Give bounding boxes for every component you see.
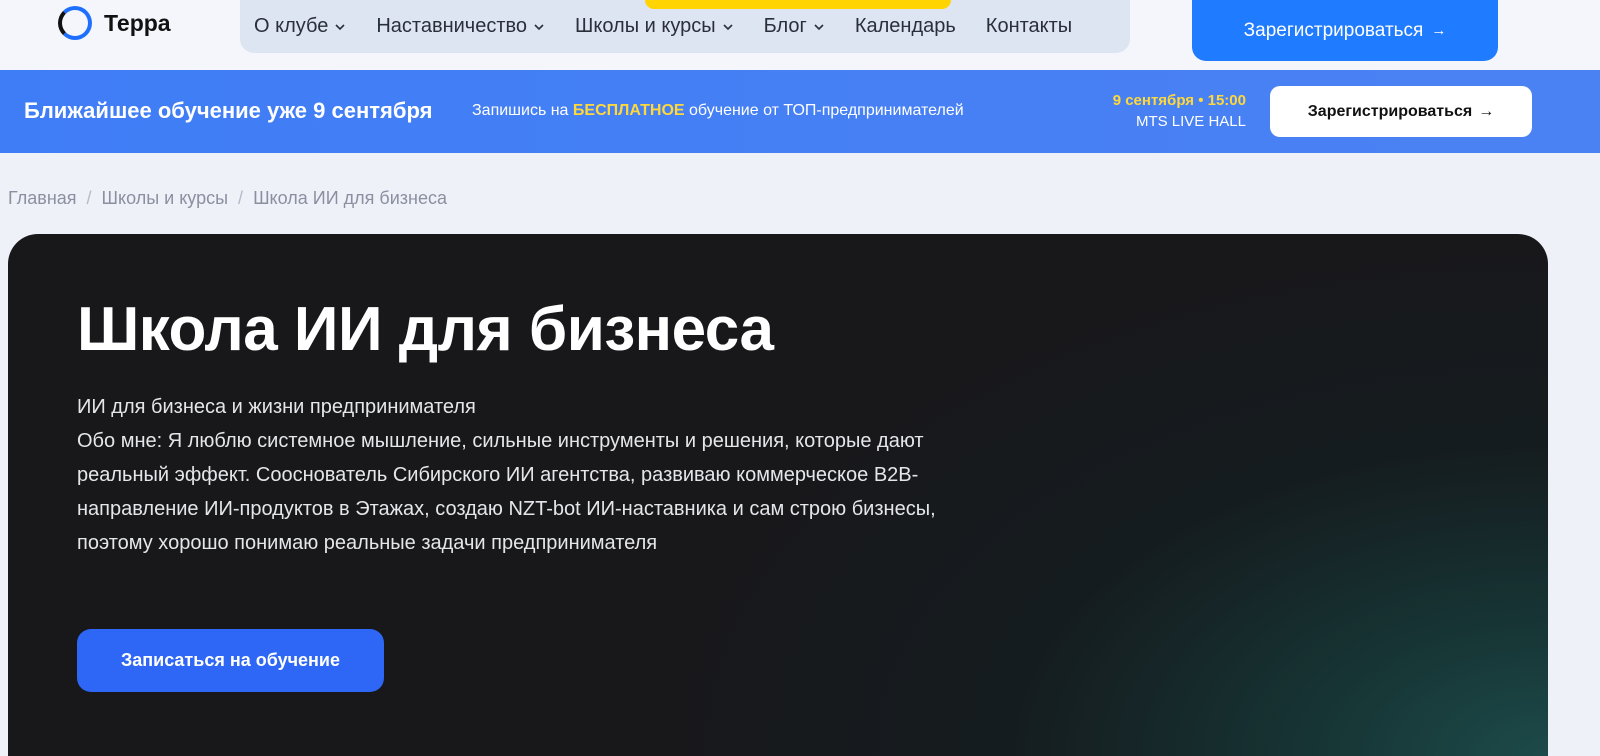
nav-item-blog[interactable]: Блог bbox=[749, 15, 840, 38]
breadcrumb-current: Школа ИИ для бизнеса bbox=[253, 188, 447, 208]
arrow-right-icon: → bbox=[1431, 22, 1447, 39]
breadcrumb: Главная / Школы и курсы / Школа ИИ для б… bbox=[8, 188, 447, 209]
promo-event-date: 9 сентября • 15:00 bbox=[1112, 92, 1246, 109]
nav-item-label: Наставничество bbox=[376, 15, 528, 37]
promo-event-venue: MTS LIVE HALL bbox=[1135, 113, 1246, 130]
page-margin bbox=[1548, 153, 1600, 756]
chevron-down-icon bbox=[533, 21, 545, 33]
announcement-tab[interactable] bbox=[645, 0, 951, 9]
breadcrumb-schools[interactable]: Школы и курсы bbox=[102, 188, 229, 209]
promo-sub-before: Запишись на bbox=[472, 102, 569, 119]
promo-sub-highlight: БЕСПЛАТНОЕ bbox=[572, 102, 685, 119]
promo-register-label: Зарегистрироваться bbox=[1307, 102, 1473, 120]
breadcrumb-home[interactable]: Главная bbox=[8, 188, 77, 209]
nav-item-calendar[interactable]: Календарь bbox=[840, 15, 971, 38]
breadcrumb-separator: / bbox=[238, 188, 244, 208]
hero-description: ИИ для бизнеса и жизни предпринимателя О… bbox=[77, 390, 957, 560]
promo-event-info: 9 сентября • 15:00 MTS LIVE HALL bbox=[1080, 90, 1246, 132]
hero-card: Школа ИИ для бизнеса ИИ для бизнеса и жи… bbox=[8, 234, 1548, 756]
promo-banner: Ближайшее обучение уже 9 сентября Запиши… bbox=[0, 70, 1600, 153]
logo-ring-icon bbox=[58, 6, 92, 40]
breadcrumb-separator: / bbox=[86, 188, 92, 208]
site-header: Терра О клубе Наставничество Школы и кур… bbox=[0, 0, 1600, 70]
nav-item-label: Календарь bbox=[854, 15, 956, 37]
nav-item-mentoring[interactable]: Наставничество bbox=[361, 15, 560, 38]
nav-item-about[interactable]: О клубе bbox=[254, 15, 361, 38]
nav-item-contacts[interactable]: Контакты bbox=[971, 15, 1087, 38]
nav-item-label: Школы и курсы bbox=[575, 15, 716, 37]
nav-item-label: О клубе bbox=[254, 15, 329, 37]
nav-item-schools[interactable]: Школы и курсы bbox=[560, 15, 749, 38]
hero-subtitle: ИИ для бизнеса и жизни предпринимателя bbox=[77, 396, 476, 418]
logo[interactable]: Терра bbox=[58, 5, 171, 41]
promo-register-button[interactable]: Зарегистрироваться → bbox=[1270, 86, 1532, 137]
arrow-right-icon: → bbox=[1478, 102, 1495, 120]
page-title: Школа ИИ для бизнеса bbox=[77, 295, 774, 364]
register-button-label: Зарегистрироваться bbox=[1243, 19, 1424, 41]
chevron-down-icon bbox=[722, 21, 734, 33]
chevron-down-icon bbox=[334, 21, 346, 33]
hero-about: Обо мне: Я люблю системное мышление, сил… bbox=[77, 430, 936, 554]
nav-item-label: Блог bbox=[763, 15, 807, 37]
enroll-button[interactable]: Записаться на обучение bbox=[77, 629, 384, 692]
nav-item-label: Контакты bbox=[985, 15, 1073, 37]
promo-subtitle: Запишись на БЕСПЛАТНОЕ обучение от ТОП-п… bbox=[472, 102, 964, 120]
register-button[interactable]: Зарегистрироваться → bbox=[1192, 0, 1498, 61]
chevron-down-icon bbox=[813, 21, 825, 33]
logo-text: Терра bbox=[104, 9, 171, 36]
promo-sub-after: обучение от ТОП-предпринимателей bbox=[689, 102, 964, 119]
promo-title: Ближайшее обучение уже 9 сентября bbox=[24, 98, 433, 123]
